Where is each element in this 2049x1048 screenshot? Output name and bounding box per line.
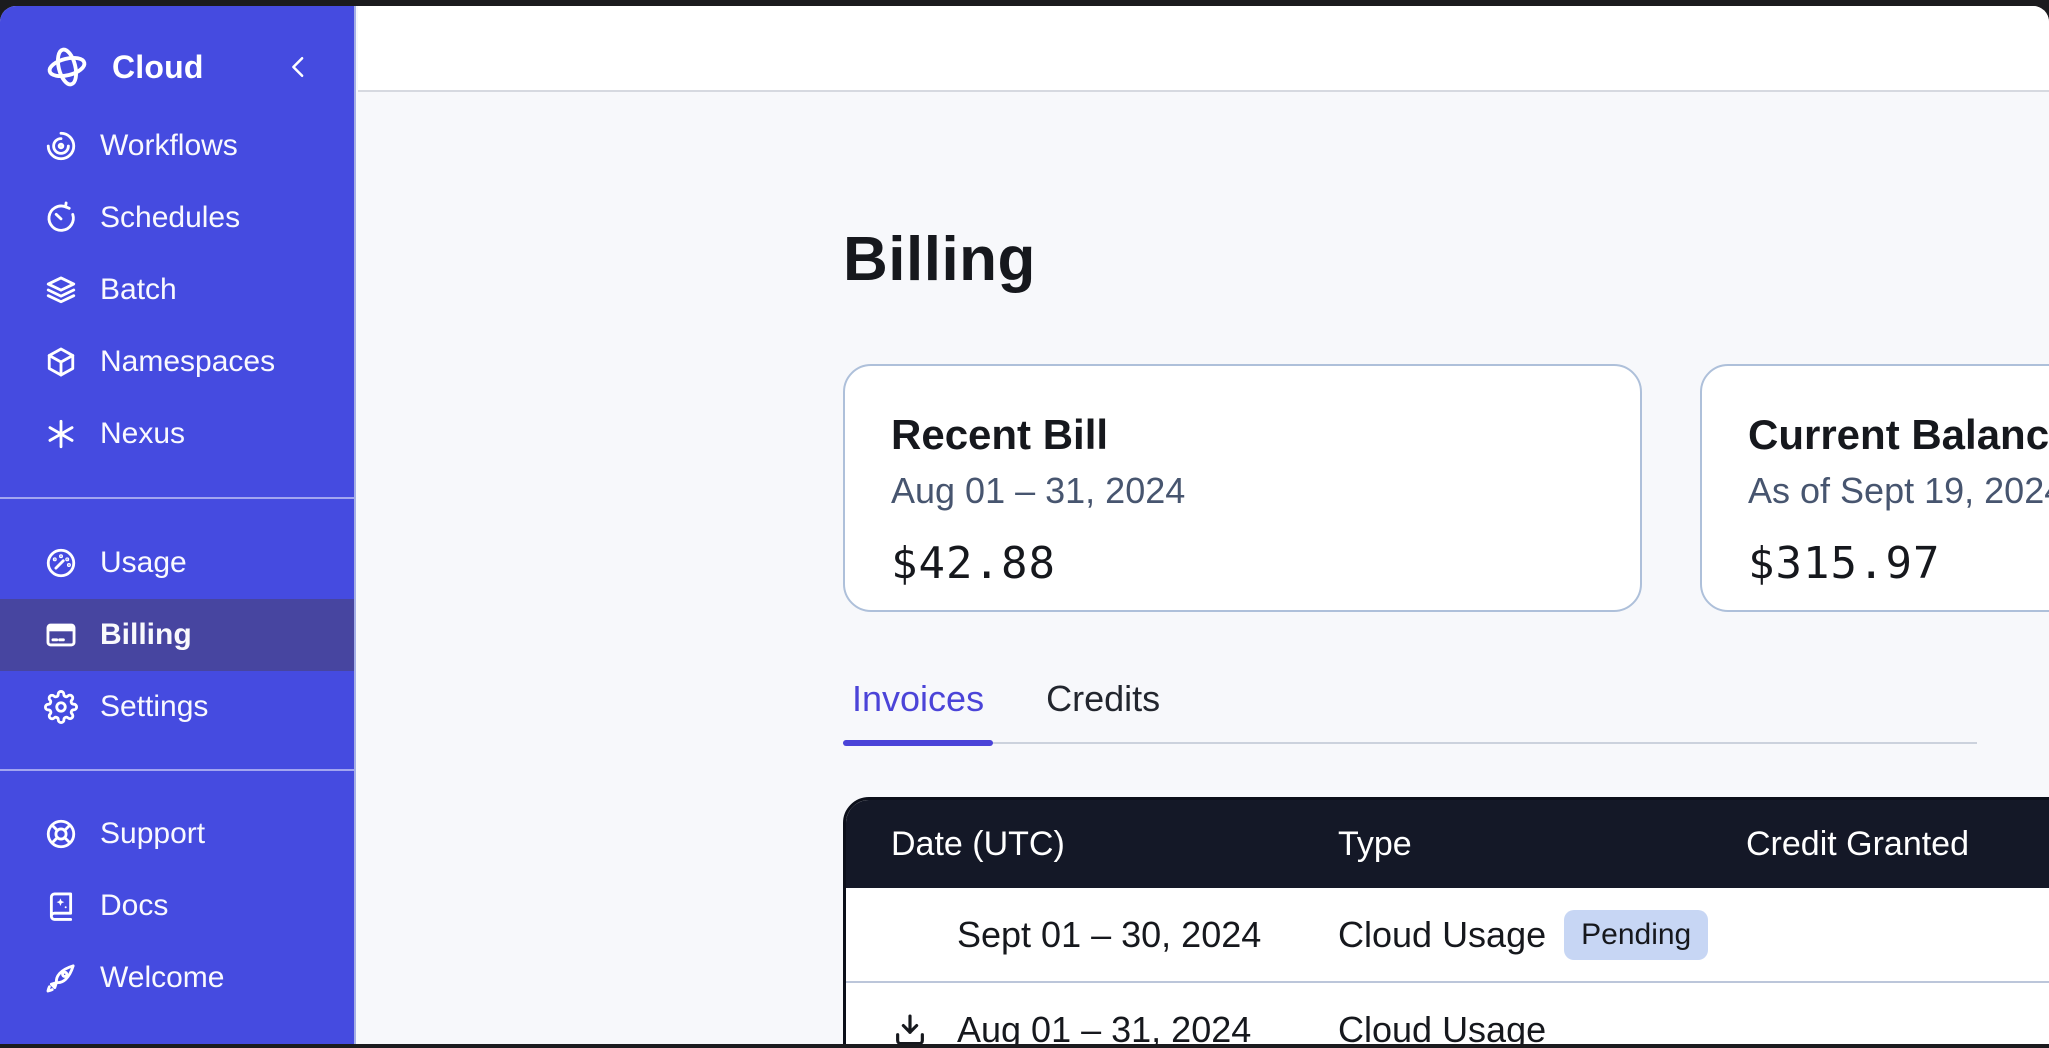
- top-navigation-bar: [358, 6, 2049, 92]
- usage-gauge-icon: [44, 546, 78, 580]
- card-amount: $42.88: [891, 538, 1594, 590]
- billing-tabs: Invoices Credits: [843, 678, 1977, 744]
- tab-invoices[interactable]: Invoices: [843, 678, 993, 742]
- recent-bill-card: Recent Bill Aug 01 – 31, 2024 $42.88: [843, 364, 1642, 612]
- sidebar-item-namespaces[interactable]: Namespaces: [0, 326, 354, 398]
- cell-type: Cloud Usage Pending: [1338, 910, 1746, 960]
- column-header-date: Date (UTC): [846, 825, 1338, 864]
- card-period: Aug 01 – 31, 2024: [891, 470, 1594, 512]
- temporal-logo-icon: [44, 44, 90, 90]
- cell-date: Aug 01 – 31, 2024: [846, 1009, 1338, 1045]
- sidebar-nav-main: Workflows Schedules: [0, 110, 354, 470]
- batch-layers-icon: [44, 273, 78, 307]
- download-icon-slot-empty: [891, 915, 957, 955]
- sidebar-item-label: Namespaces: [100, 345, 275, 379]
- status-badge-pending: Pending: [1564, 910, 1708, 960]
- sidebar-item-label: Billing: [100, 618, 192, 652]
- invoice-date: Aug 01 – 31, 2024: [957, 1009, 1251, 1045]
- app-window: Cloud Workflows: [0, 6, 2049, 1044]
- card-title: Recent Bill: [891, 410, 1594, 460]
- sidebar-brand-label: Cloud: [112, 49, 204, 86]
- billing-credit-card-icon: [44, 618, 78, 652]
- docs-book-icon: [44, 889, 78, 923]
- sidebar-item-support[interactable]: Support: [0, 798, 354, 870]
- sidebar-item-usage[interactable]: Usage: [0, 527, 354, 599]
- sidebar-item-label: Support: [100, 817, 205, 851]
- sidebar-brand[interactable]: Cloud: [0, 34, 354, 100]
- sidebar-item-label: Settings: [100, 690, 208, 724]
- table-row: Aug 01 – 31, 2024 Cloud Usage: [846, 981, 2049, 1044]
- invoice-date: Sept 01 – 30, 2024: [957, 914, 1261, 956]
- cell-date: Sept 01 – 30, 2024: [846, 914, 1338, 956]
- column-header-credit-granted: Credit Granted: [1746, 825, 2049, 864]
- workflows-spiral-icon: [44, 129, 78, 163]
- tab-credits[interactable]: Credits: [1037, 678, 1169, 742]
- sidebar-item-label: Batch: [100, 273, 177, 307]
- invoice-type: Cloud Usage: [1338, 914, 1546, 956]
- sidebar-item-label: Welcome: [100, 961, 224, 995]
- sidebar-item-workflows[interactable]: Workflows: [0, 110, 354, 182]
- main-area: Billing Recent Bill Aug 01 – 31, 2024 $4…: [358, 6, 2049, 1044]
- settings-gear-icon: [44, 690, 78, 724]
- nexus-asterisk-icon: [44, 417, 78, 451]
- sidebar-item-label: Schedules: [100, 201, 240, 235]
- card-amount: $315.97: [1748, 538, 2049, 590]
- summary-cards: Recent Bill Aug 01 – 31, 2024 $42.88 Cur…: [843, 364, 2049, 612]
- sidebar-item-batch[interactable]: Batch: [0, 254, 354, 326]
- download-icon-slot: [891, 1010, 957, 1045]
- sidebar-nav-footer: Support Docs: [0, 769, 354, 1014]
- namespaces-cube-icon: [44, 345, 78, 379]
- current-balance-card: Current Balance As of Sept 19, 2024 $315…: [1700, 364, 2049, 612]
- page-title: Billing: [843, 92, 2049, 297]
- column-header-type: Type: [1338, 825, 1746, 864]
- card-period: As of Sept 19, 2024: [1748, 470, 2049, 512]
- card-title: Current Balance: [1748, 410, 2049, 460]
- sidebar-item-settings[interactable]: Settings: [0, 671, 354, 743]
- table-row: Sept 01 – 30, 2024 Cloud Usage Pending: [846, 888, 2049, 981]
- sidebar-item-label: Usage: [100, 546, 187, 580]
- invoice-type: Cloud Usage: [1338, 1009, 1546, 1045]
- billing-content: Billing Recent Bill Aug 01 – 31, 2024 $4…: [358, 92, 2049, 1044]
- chevron-left-icon[interactable]: [284, 52, 314, 82]
- sidebar-item-welcome[interactable]: Welcome: [0, 942, 354, 1014]
- sidebar-nav-account: Usage Billing: [0, 497, 354, 743]
- download-icon[interactable]: [891, 1011, 929, 1045]
- sidebar-item-label: Docs: [100, 889, 168, 923]
- welcome-rocket-icon: [44, 961, 78, 995]
- table-header-row: Date (UTC) Type Credit Granted: [846, 800, 2049, 888]
- sidebar-item-label: Nexus: [100, 417, 185, 451]
- sidebar-item-docs[interactable]: Docs: [0, 870, 354, 942]
- sidebar-item-schedules[interactable]: Schedules: [0, 182, 354, 254]
- sidebar-item-label: Workflows: [100, 129, 238, 163]
- cell-type: Cloud Usage: [1338, 1009, 1746, 1045]
- schedules-timer-icon: [44, 201, 78, 235]
- sidebar: Cloud Workflows: [0, 6, 356, 1044]
- invoices-table: Date (UTC) Type Credit Granted Sept 01 –…: [843, 797, 2049, 1044]
- support-life-buoy-icon: [44, 817, 78, 851]
- sidebar-item-nexus[interactable]: Nexus: [0, 398, 354, 470]
- sidebar-item-billing[interactable]: Billing: [0, 599, 354, 671]
